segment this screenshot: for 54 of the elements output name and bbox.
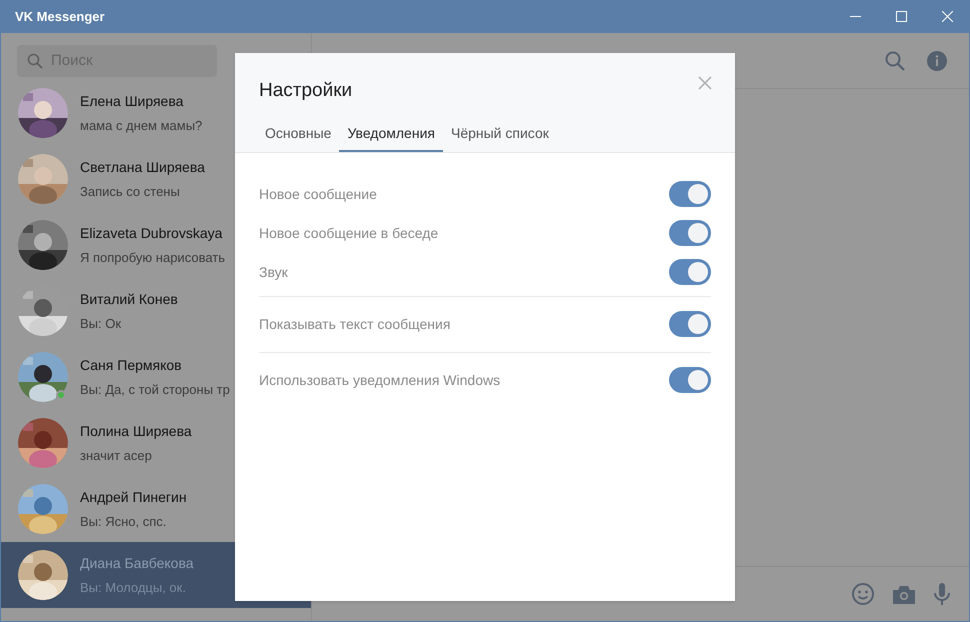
maximize-icon	[896, 11, 906, 22]
contact-name: Саня Пермяков	[80, 356, 183, 375]
close-icon	[942, 11, 952, 22]
search-icon[interactable]	[885, 50, 905, 70]
message-preview: Вы: Ясно, спс.	[80, 512, 168, 531]
dialog-item[interactable]: Виталий Конев Вы: Ок	[1, 278, 236, 344]
toggle-knob	[688, 223, 708, 243]
message-preview: Запись со стены	[80, 182, 181, 201]
contact-name: Диана Бавбекова	[80, 554, 194, 573]
settings-tab[interactable]: Чёрный список	[442, 118, 557, 152]
toggle-switch[interactable]	[669, 311, 711, 337]
smile-icon[interactable]	[852, 583, 874, 605]
message-preview: Вы: Ок	[80, 314, 122, 333]
message-preview: Вы: Да, с той стороны тр	[80, 380, 230, 399]
setting-label: Звук	[259, 262, 288, 282]
toggle-knob	[688, 262, 708, 282]
setting-label: Новое сообщение в беседе	[259, 224, 438, 243]
dialog-item[interactable]: Elizaveta Dubrovskaya Я попробую нарисовать	[1, 212, 236, 278]
contact-name: Полина Ширяева	[80, 422, 192, 441]
message-preview: значит асер	[80, 446, 153, 465]
microphone-icon[interactable]	[934, 583, 950, 605]
dialog-item[interactable]: Светлана Ширяева Запись со стены	[1, 146, 236, 212]
dialog-item[interactable]: Елена Ширяева мама с днем мамы?	[1, 80, 236, 146]
message-preview: Вы: Молодцы, ок.	[80, 578, 187, 597]
setting-label: Показывать текст сообщения	[259, 314, 450, 334]
toggle-switch[interactable]	[669, 220, 711, 246]
camera-icon[interactable]	[893, 584, 915, 604]
toggle-knob	[688, 370, 708, 390]
settings-tab[interactable]: Основные	[257, 118, 340, 152]
minimize-icon	[850, 16, 860, 17]
toggle-knob	[688, 314, 708, 334]
search-icon	[27, 53, 43, 69]
info-icon[interactable]	[927, 50, 947, 70]
contact-name: Светлана Ширяева	[80, 158, 205, 177]
toggle-switch[interactable]	[669, 181, 711, 207]
setting-label: Новое сообщение	[259, 184, 377, 204]
dialog-title: Настройки	[259, 79, 352, 103]
close-button[interactable]	[697, 75, 713, 91]
dialog-item[interactable]: Андрей Пинегин Вы: Ясно, спс.	[1, 476, 236, 542]
toggle-knob	[688, 184, 708, 204]
dialog-item[interactable]: Саня Пермяков Вы: Да, с той стороны тр	[1, 344, 236, 410]
setting-label: Использовать уведомления Windows	[259, 370, 500, 390]
contact-name: Elizaveta Dubrovskaya	[80, 224, 224, 243]
settings-tab[interactable]: Уведомления	[339, 118, 443, 152]
contact-name: Андрей Пинегин	[80, 488, 187, 507]
toggle-switch[interactable]	[669, 259, 711, 285]
dialog-item[interactable]: Полина Ширяева значит асер	[1, 410, 236, 476]
window-title: VK Messenger	[14, 8, 106, 26]
close-icon	[698, 76, 712, 90]
toggle-switch[interactable]	[669, 367, 711, 393]
message-preview: мама с днем мамы?	[80, 116, 202, 135]
contact-name: Виталий Конев	[80, 290, 178, 309]
message-preview: Я попробую нарисовать	[80, 248, 225, 267]
contact-name: Елена Ширяева	[80, 92, 184, 111]
